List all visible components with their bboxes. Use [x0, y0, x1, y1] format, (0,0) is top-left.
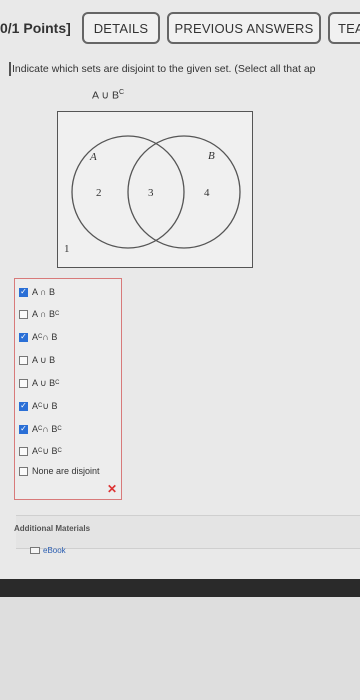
checkbox-icon[interactable] [19, 309, 28, 319]
choice-a-intersect-b[interactable]: ✓ A ∩ B [19, 285, 55, 299]
page: 0/1 Points] DETAILS PREVIOUS ANSWERS TEA… [0, 0, 360, 580]
choice-a-complement-intersect-b[interactable]: ✓ AC ∩ B [19, 330, 57, 344]
choice-sup: C [54, 311, 60, 317]
text-cursor-icon [9, 62, 11, 76]
region-3-label: 3 [148, 187, 154, 199]
answer-choices: ✓ A ∩ B A ∩ BC ✓ AC ∩ B A ∪ B A ∪ BC ✓ A… [14, 278, 122, 500]
choice-suffix-sup: C [57, 426, 62, 432]
checkbox-icon[interactable]: ✓ [19, 401, 28, 411]
choice-sup: C [55, 380, 60, 386]
region-2-label: 2 [96, 187, 102, 199]
set-a-label: A [89, 151, 97, 163]
ebook-label: eBook [43, 546, 66, 555]
given-set-sup: C [118, 89, 125, 96]
checkbox-icon[interactable] [19, 466, 28, 476]
checkbox-icon[interactable]: ✓ [19, 424, 28, 434]
choice-suffix-sup: C [57, 448, 62, 454]
given-set-label: A ∪ BC [92, 89, 124, 102]
venn-svg: A B 2 3 4 1 [64, 135, 241, 255]
x-mark-icon: ✕ [107, 482, 118, 496]
checkbox-icon[interactable] [19, 378, 28, 388]
choice-a-union-b-complement[interactable]: A ∪ BC [19, 376, 59, 390]
choice-suffix: ∪ B [42, 445, 58, 456]
choice-none-are-disjoint[interactable]: None are disjoint [19, 464, 100, 478]
book-icon [30, 547, 40, 554]
choice-suffix: ∩ B [42, 332, 58, 342]
additional-materials-title: Additional Materials [14, 524, 91, 533]
choice-a-union-b[interactable]: A ∪ B [19, 353, 55, 367]
previous-answers-button[interactable]: PREVIOUS ANSWERS [167, 12, 321, 44]
choice-text: A ∪ B [32, 377, 56, 388]
set-b-label: B [208, 150, 215, 162]
bottom-area [0, 597, 360, 700]
venn-diagram: A B 2 3 4 1 [57, 111, 253, 268]
choice-text: A ∩ B [32, 309, 55, 319]
region-4-label: 4 [204, 187, 210, 199]
choice-a-complement-intersect-b-complement[interactable]: ✓ AC ∩ BC [19, 422, 62, 436]
divider-bar [0, 579, 360, 597]
checkbox-icon[interactable]: ✓ [19, 287, 28, 297]
question-prompt: Indicate which sets are disjoint to the … [12, 63, 316, 75]
checkbox-icon[interactable] [19, 355, 28, 365]
choice-text: None are disjoint [32, 466, 100, 476]
top-bar: 0/1 Points] DETAILS PREVIOUS ANSWERS TEA [0, 0, 360, 52]
region-1-label: 1 [64, 243, 70, 255]
choice-suffix: ∩ B [42, 424, 58, 434]
ebook-link[interactable]: eBook [30, 546, 66, 555]
choice-text: A ∩ B [32, 287, 55, 297]
choice-text: A ∪ B [32, 354, 56, 365]
given-set-base: A ∪ B [92, 89, 119, 102]
details-button[interactable]: DETAILS [82, 12, 160, 44]
tea-button[interactable]: TEA [328, 12, 360, 44]
checkbox-icon[interactable] [19, 446, 28, 456]
choice-a-intersect-b-complement[interactable]: A ∩ BC [19, 307, 59, 321]
choice-a-complement-union-b[interactable]: ✓ AC ∪ B [19, 399, 57, 413]
checkbox-icon[interactable]: ✓ [19, 332, 28, 342]
points-label: 0/1 Points] [0, 20, 71, 36]
choice-a-complement-union-b-complement[interactable]: AC ∪ BC [19, 444, 62, 458]
choice-suffix: ∪ B [42, 400, 58, 411]
